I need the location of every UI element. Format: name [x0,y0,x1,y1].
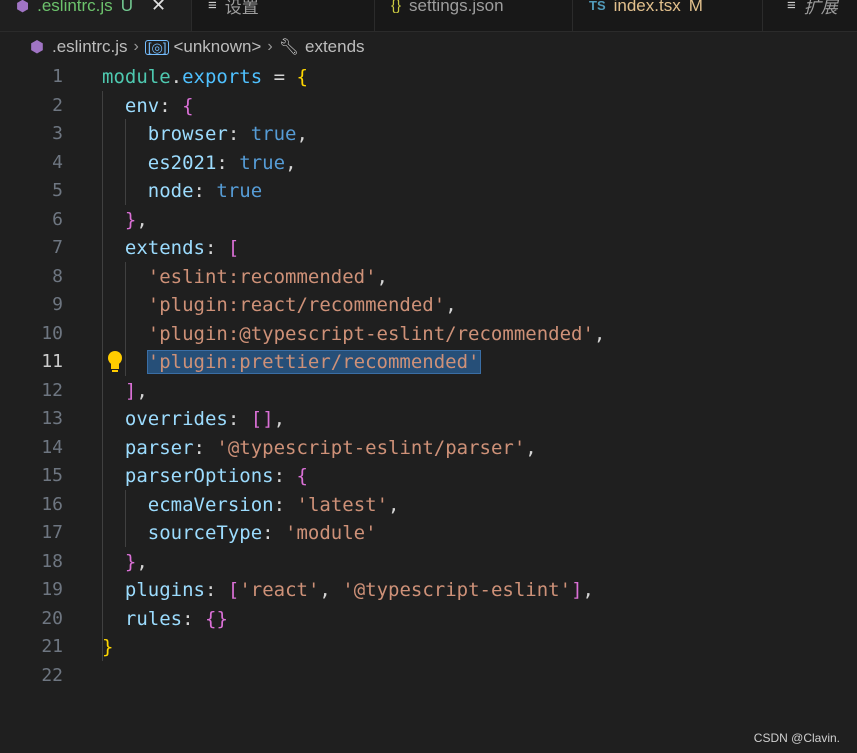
code-line[interactable]: 8 'eslint:recommended', [0,263,857,292]
code-text: 'plugin:@typescript-eslint/recommended', [147,322,606,345]
code-line[interactable]: 12 ], [0,377,857,406]
code-text: } [102,636,114,658]
tab-label: settings.json [409,0,504,15]
line-number: 15 [41,465,63,486]
watermark: CSDN @Clavin. [753,731,840,745]
code-text: extends: [ [124,237,240,259]
extension-icon: ≡ [787,0,796,14]
code-line[interactable]: 9 'plugin:react/recommended', [0,291,857,320]
untracked-badge: U [120,0,133,15]
code-line[interactable]: 11 'plugin:prettier/recommended' [0,348,857,377]
line-number: 12 [41,379,63,401]
code-text: env: { [124,94,194,117]
code-line[interactable]: 3 browser: true, [0,120,857,149]
close-icon[interactable]: ✕ [151,0,166,16]
line-number: 10 [41,322,63,344]
tab-label: index.tsx [613,0,681,15]
line-number: 17 [41,522,63,543]
breadcrumb-symbol[interactable]: <unknown> [173,37,261,57]
line-number: 2 [52,94,63,116]
code-line[interactable]: 19 plugins: ['react', '@typescript-eslin… [0,576,857,605]
tab-settings[interactable]: ≡ 设置 [192,0,375,31]
json-icon: {} [391,0,402,14]
tab-extensions[interactable]: ≡ 扩展 [763,0,857,31]
code-text: ], [124,379,148,402]
chevron-right-icon: › [133,38,139,55]
tab-label: 扩展 [803,0,838,17]
code-line[interactable]: 10 'plugin:@typescript-eslint/recommende… [0,320,857,349]
code-text: ecmaVersion: 'latest', [147,493,400,516]
breadcrumb-property[interactable]: extends [305,37,365,57]
chevron-right-icon: › [267,38,273,55]
eslint-file-icon: ⬢ [30,39,44,56]
code-editor[interactable]: 1 module.exports = {2 env: {3 browser: tr… [0,63,857,753]
code-text: node: true [147,180,263,202]
line-number: 5 [52,180,63,201]
line-number: 13 [41,408,63,429]
code-line[interactable]: 6 }, [0,206,857,235]
line-number: 7 [52,237,63,258]
code-line[interactable]: 22 [0,662,857,691]
typescript-icon: TS [589,0,606,13]
code-text: 'plugin:prettier/recommended' [146,350,481,374]
tab-label: .eslintrc.js [37,0,113,15]
code-line[interactable]: 5 node: true [0,177,857,206]
wrench-icon: 🔧︎ [278,39,299,56]
line-number: 4 [52,151,63,173]
tab-eslintrc[interactable]: ⬢ .eslintrc.js U ✕ [0,0,192,31]
line-number: 9 [52,294,63,315]
modified-badge: M [688,0,703,15]
code-line[interactable]: 21} [0,633,857,662]
code-line[interactable]: 20 rules: {} [0,605,857,634]
code-line[interactable]: 14 parser: '@typescript-eslint/parser', [0,434,857,463]
line-number: 14 [41,436,63,458]
line-number: 20 [41,607,63,629]
line-number: 1 [52,66,63,87]
code-text: parser: '@typescript-eslint/parser', [124,436,537,459]
code-line[interactable]: 15 parserOptions: { [0,462,857,491]
code-line[interactable]: 16 ecmaVersion: 'latest', [0,491,857,520]
code-text: sourceType: 'module' [147,522,377,544]
breadcrumb: ⬢ .eslintrc.js › [◎] <unknown> › 🔧︎ exte… [0,33,857,61]
line-number: 11 [41,351,63,372]
code-line[interactable]: 2 env: { [0,92,857,121]
tab-bar: ⬢ .eslintrc.js U ✕ ≡ 设置 {} settings.json… [0,0,857,32]
tab-label: 设置 [224,0,259,17]
code-line[interactable]: 13 overrides: [], [0,405,857,434]
settings-icon: ≡ [208,0,217,14]
line-number: 3 [52,123,63,144]
code-line[interactable]: 17 sourceType: 'module' [0,519,857,548]
line-number: 19 [41,579,63,600]
line-number: 16 [41,493,63,515]
breadcrumb-file[interactable]: .eslintrc.js [52,37,128,57]
symbol-variable-icon: [◎] [144,39,170,55]
code-text: module.exports = { [102,66,308,88]
code-text: rules: {} [124,607,228,630]
code-text: 'eslint:recommended', [147,265,388,288]
eslint-icon: ⬢ [16,0,30,15]
code-line[interactable]: 7 extends: [ [0,234,857,263]
line-number: 22 [41,664,63,686]
code-text: overrides: [], [124,408,286,430]
tab-index-tsx[interactable]: TS index.tsx M [573,0,763,31]
tab-settings-json[interactable]: {} settings.json [375,0,573,31]
line-number: 18 [41,550,63,572]
code-line[interactable]: 4 es2021: true, [0,149,857,178]
code-line[interactable]: 1 module.exports = { [0,63,857,92]
code-text: 'plugin:react/recommended', [147,294,457,316]
line-number: 21 [41,636,63,657]
code-text: plugins: ['react', '@typescript-eslint']… [124,579,594,601]
code-text: }, [124,550,148,573]
line-number: 8 [52,265,63,287]
line-number: 6 [52,208,63,230]
code-line[interactable]: 18 }, [0,548,857,577]
code-text: browser: true, [147,123,308,145]
code-text: parserOptions: { [124,465,308,487]
code-text: }, [124,208,148,231]
code-text: es2021: true, [147,151,297,174]
